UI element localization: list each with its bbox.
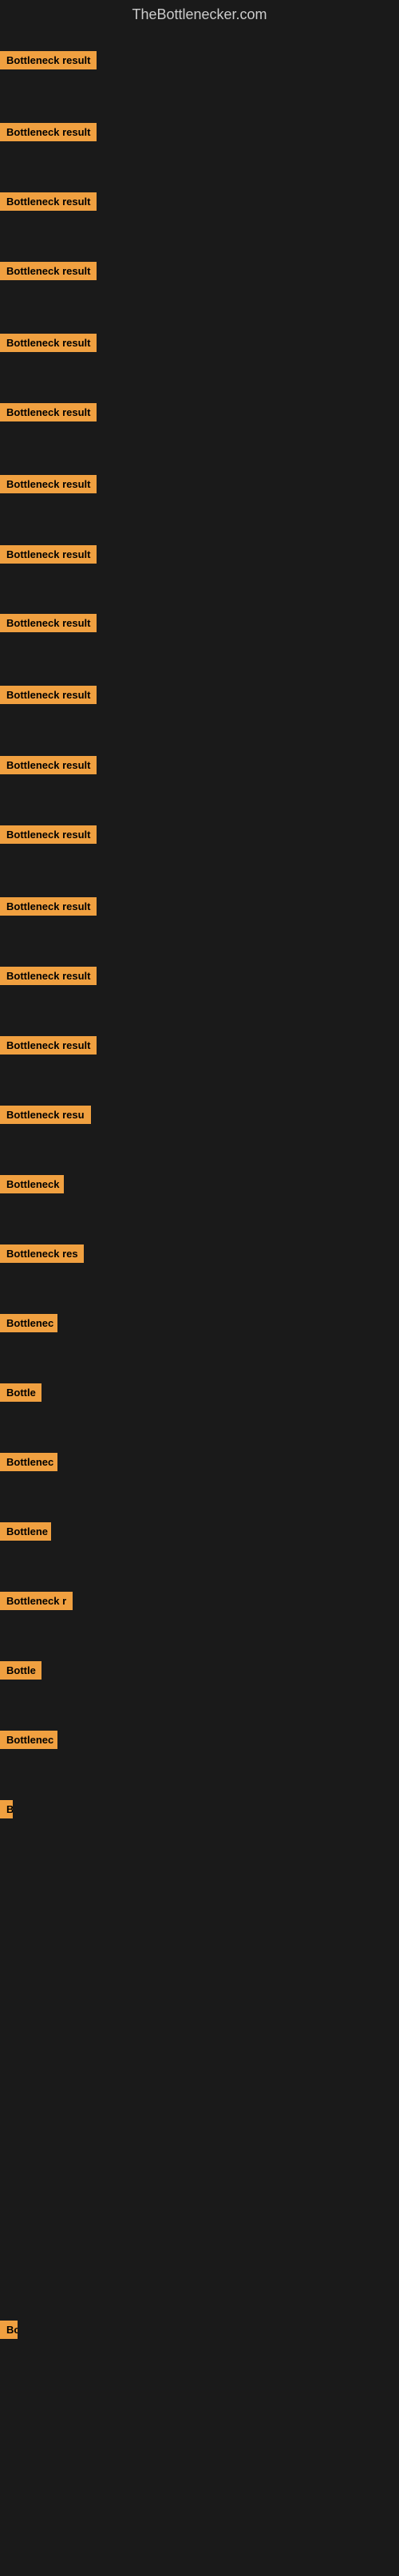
bottleneck-label: Bottleneck result (0, 686, 97, 704)
bottleneck-label: Bottleneck result (0, 123, 97, 141)
bottleneck-label: Bottleneck result (0, 1036, 97, 1055)
bottleneck-result-item: Bottlenec (0, 1314, 57, 1336)
bottleneck-label: Bottleneck result (0, 192, 97, 211)
bottleneck-result-item: Bottleneck resu (0, 1106, 91, 1128)
bottleneck-result-item: Bottleneck result (0, 756, 97, 778)
bottleneck-result-item: Bottleneck result (0, 51, 97, 73)
bottleneck-label: Bottleneck (0, 1175, 64, 1193)
bottleneck-label: Bottleneck result (0, 475, 97, 493)
bottleneck-result-item: Bottleneck (0, 1175, 64, 1197)
bottleneck-result-item: Bottle (0, 1383, 41, 1406)
bottleneck-result-item: Bottleneck result (0, 967, 97, 989)
bottleneck-label: Bottleneck result (0, 334, 97, 352)
bottleneck-label: Bottleneck result (0, 614, 97, 632)
bottleneck-result-item: Bo (0, 2321, 18, 2343)
bottleneck-label: Bottlenec (0, 1314, 57, 1332)
bottleneck-label: Bottle (0, 1383, 41, 1402)
bottleneck-label: Bottlene (0, 1522, 51, 1541)
bottleneck-label: Bottleneck result (0, 825, 97, 844)
bottleneck-result-item: Bottleneck result (0, 545, 97, 568)
bottleneck-result-item: Bottleneck result (0, 686, 97, 708)
bottleneck-result-item: Bottleneck result (0, 192, 97, 215)
bottleneck-label: Bottleneck r (0, 1592, 73, 1610)
bottleneck-result-item: Bottleneck result (0, 1036, 97, 1058)
bottleneck-label: Bottleneck result (0, 545, 97, 564)
bottleneck-result-item: Bottleneck result (0, 614, 97, 636)
bottleneck-result-item: Bottleneck result (0, 334, 97, 356)
bottleneck-result-item: Bottleneck result (0, 123, 97, 145)
bottleneck-label: Bottleneck resu (0, 1106, 91, 1124)
bottleneck-result-item: Bottleneck result (0, 403, 97, 425)
bottleneck-label: Bottlenec (0, 1731, 57, 1749)
site-title: TheBottlenecker.com (0, 0, 399, 30)
bottleneck-label: B (0, 1800, 13, 1818)
bottleneck-label: Bo (0, 2321, 18, 2339)
bottleneck-label: Bottleneck result (0, 967, 97, 985)
bottleneck-result-item: Bottleneck result (0, 897, 97, 920)
bottleneck-result-item: Bottleneck result (0, 262, 97, 284)
bottleneck-result-item: Bottleneck result (0, 475, 97, 497)
bottleneck-label: Bottleneck res (0, 1244, 84, 1263)
bottleneck-result-item: Bottlene (0, 1522, 51, 1545)
bottleneck-result-item: Bottle (0, 1661, 41, 1684)
bottleneck-label: Bottleneck result (0, 51, 97, 69)
bottleneck-result-item: B (0, 1800, 13, 1822)
bottleneck-label: Bottleneck result (0, 897, 97, 916)
bottleneck-label: Bottlenec (0, 1453, 57, 1471)
bottleneck-label: Bottleneck result (0, 756, 97, 774)
bottleneck-label: Bottleneck result (0, 262, 97, 280)
bottleneck-result-item: Bottleneck result (0, 825, 97, 848)
bottleneck-result-item: Bottlenec (0, 1453, 57, 1475)
bottleneck-result-item: Bottleneck res (0, 1244, 84, 1267)
bottleneck-result-item: Bottleneck r (0, 1592, 73, 1614)
bottleneck-result-item: Bottlenec (0, 1731, 57, 1753)
bottleneck-label: Bottle (0, 1661, 41, 1680)
bottleneck-label: Bottleneck result (0, 403, 97, 421)
